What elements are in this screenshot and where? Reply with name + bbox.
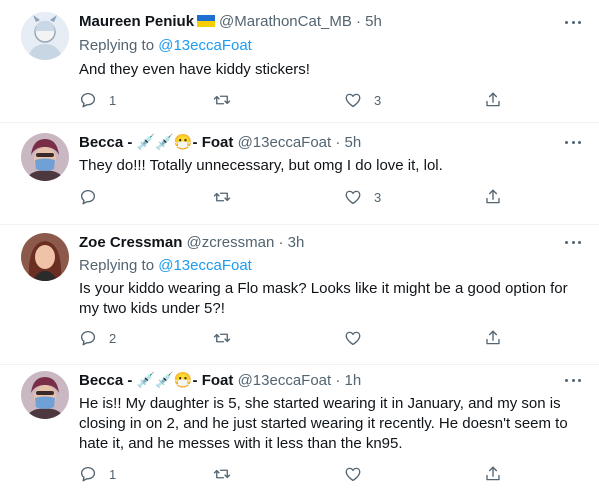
reply-to-link[interactable]: @13eccaFoat <box>158 257 252 274</box>
avatar-image <box>21 133 69 181</box>
share-button[interactable] <box>484 90 502 110</box>
reply-icon <box>79 188 97 206</box>
retweet-button[interactable] <box>213 187 231 207</box>
like-button[interactable]: 3 <box>344 187 381 207</box>
tweet-header: Becca - 💉💉😷- Foat @13eccaFoat · 1h <box>79 371 361 391</box>
more-icon[interactable] <box>565 141 581 145</box>
retweet-icon <box>213 91 231 109</box>
retweet-button[interactable] <box>213 90 231 110</box>
reply-icon <box>79 465 97 483</box>
tweet[interactable]: Maureen Peniuk @MarathonCat_MB · 5h Reply… <box>0 0 599 123</box>
avatar[interactable] <box>21 133 69 181</box>
retweet-icon <box>213 188 231 206</box>
avatar[interactable] <box>21 12 69 60</box>
reply-icon <box>79 91 97 109</box>
tweet-text: Is your kiddo wearing a Flo mask? Looks … <box>79 279 579 319</box>
share-icon <box>484 329 502 347</box>
avatar[interactable] <box>21 233 69 281</box>
heart-icon <box>344 188 362 206</box>
tweet-text-line: my two kids under 5?! <box>79 300 225 317</box>
avatar-image <box>21 12 69 60</box>
tweet-actions: 3 <box>79 187 509 207</box>
heart-icon <box>344 91 362 109</box>
avatar[interactable] <box>21 371 69 419</box>
user-handle[interactable]: @13eccaFoat <box>238 134 332 151</box>
timestamp[interactable]: · 5h <box>356 13 382 30</box>
tweet-actions: 2 <box>79 328 509 348</box>
retweet-icon <box>213 329 231 347</box>
display-name[interactable]: Maureen Peniuk <box>79 13 194 30</box>
tweet-header: Zoe Cressman @zcressman · 3h <box>79 233 304 253</box>
tweet-text-line: hate it, and he messes with it less than… <box>79 435 403 452</box>
more-icon[interactable] <box>565 379 581 383</box>
like-count: 3 <box>374 189 382 205</box>
user-handle[interactable]: @MarathonCat_MB <box>219 13 352 30</box>
tweet[interactable]: Becca - 💉💉😷- Foat @13eccaFoat · 5h They … <box>0 123 599 225</box>
tweet[interactable]: Zoe Cressman @zcressman · 3h Replying to… <box>0 225 599 365</box>
retweet-button[interactable] <box>213 464 231 484</box>
retweet-icon <box>213 465 231 483</box>
display-name[interactable]: Becca - 💉💉😷- Foat <box>79 134 233 151</box>
tweet-header: Becca - 💉💉😷- Foat @13eccaFoat · 5h <box>79 133 361 153</box>
timestamp[interactable]: · 1h <box>335 372 361 389</box>
tweet-text-line: Is your kiddo wearing a Flo mask? Looks … <box>79 280 568 297</box>
reply-button[interactable] <box>79 187 97 207</box>
tweet-header: Maureen Peniuk @MarathonCat_MB · 5h <box>79 12 382 32</box>
heart-icon <box>344 465 362 483</box>
timestamp[interactable]: · 3h <box>278 234 304 251</box>
avatar-image <box>21 233 69 281</box>
like-button[interactable] <box>344 464 362 484</box>
reply-icon <box>79 329 97 347</box>
like-button[interactable] <box>344 328 362 348</box>
heart-icon <box>344 329 362 347</box>
share-icon <box>484 91 502 109</box>
tweet-actions: 1 <box>79 464 509 484</box>
reply-count: 2 <box>109 330 117 346</box>
avatar-image <box>21 371 69 419</box>
share-button[interactable] <box>484 328 502 348</box>
tweet-text: And they even have kiddy stickers! <box>79 61 310 78</box>
retweet-button[interactable] <box>213 328 231 348</box>
tweet-actions: 1 3 <box>79 90 509 110</box>
user-handle[interactable]: @zcressman <box>187 234 275 251</box>
share-icon <box>484 465 502 483</box>
like-button[interactable]: 3 <box>344 90 381 110</box>
more-icon[interactable] <box>565 241 581 245</box>
like-count: 3 <box>374 92 382 108</box>
replying-to-label: Replying to <box>79 37 159 54</box>
tweet-text: He is!! My daughter is 5, she started we… <box>79 394 579 454</box>
tweet-text-line: closing in on 2, and he just started wea… <box>79 415 568 432</box>
reply-button[interactable]: 1 <box>79 90 116 110</box>
reply-to-link[interactable]: @13eccaFoat <box>158 37 252 54</box>
reply-button[interactable]: 2 <box>79 328 116 348</box>
reply-button[interactable]: 1 <box>79 464 116 484</box>
tweet-text: They do!!! Totally unnecessary, but omg … <box>79 157 443 174</box>
display-name[interactable]: Becca - 💉💉😷- Foat <box>79 372 233 389</box>
replying-to-label: Replying to <box>79 257 159 274</box>
display-name[interactable]: Zoe Cressman <box>79 234 182 251</box>
replying-to: Replying to @13eccaFoat <box>79 36 252 56</box>
tweet[interactable]: Becca - 💉💉😷- Foat @13eccaFoat · 1h He is… <box>0 365 599 497</box>
reply-count: 1 <box>109 92 117 108</box>
ukraine-flag-icon <box>197 15 216 27</box>
share-icon <box>484 188 502 206</box>
reply-count: 1 <box>109 466 117 482</box>
share-button[interactable] <box>484 187 502 207</box>
user-handle[interactable]: @13eccaFoat <box>238 372 332 389</box>
more-icon[interactable] <box>565 21 581 25</box>
share-button[interactable] <box>484 464 502 484</box>
replying-to: Replying to @13eccaFoat <box>79 256 252 276</box>
timestamp[interactable]: · 5h <box>335 134 361 151</box>
tweet-text-line: He is!! My daughter is 5, she started we… <box>79 395 561 412</box>
